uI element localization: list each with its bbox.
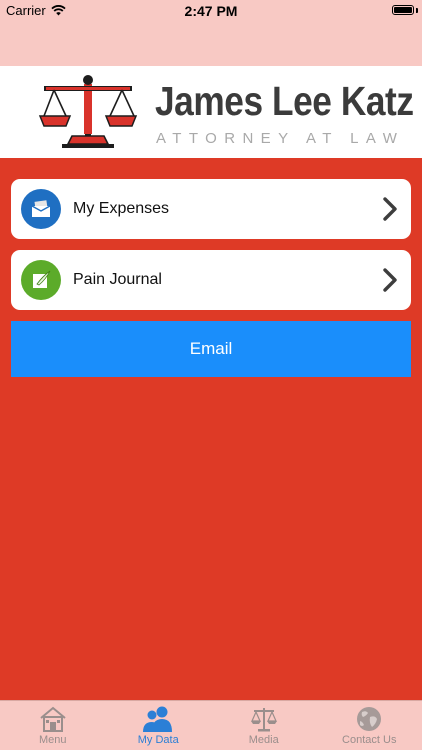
home-icon	[40, 706, 66, 732]
chevron-right-icon	[383, 268, 397, 292]
my-expenses-label: My Expenses	[73, 200, 170, 217]
journal-icon	[21, 260, 61, 300]
header-banner: James Lee Katz ATTORNEY AT LAW	[0, 66, 422, 158]
navigation-bar	[0, 22, 422, 66]
chevron-right-icon	[383, 197, 397, 221]
people-icon	[143, 706, 173, 732]
tab-contact-us-label: Contact Us	[342, 734, 397, 746]
battery-tip	[416, 8, 418, 13]
tab-contact-us[interactable]: Contact Us	[317, 701, 422, 750]
battery-icon	[392, 5, 414, 15]
globe-icon	[357, 707, 382, 731]
tab-bar: Menu My Data Media Contact Us	[0, 700, 422, 750]
firm-name: James Lee Katz	[155, 78, 414, 124]
status-bar: Carrier 2:47 PM	[0, 0, 422, 22]
my-expenses-row[interactable]: My Expenses	[11, 179, 411, 239]
wallet-icon	[21, 189, 61, 229]
pain-journal-row[interactable]: Pain Journal	[11, 250, 411, 310]
clock: 2:47 PM	[184, 3, 238, 19]
tab-media-label: Media	[248, 734, 279, 746]
tab-my-data[interactable]: My Data	[106, 701, 212, 750]
tab-my-data-label: My Data	[137, 734, 179, 746]
scales-icon	[250, 708, 277, 732]
tab-menu[interactable]: Menu	[0, 701, 106, 750]
tab-menu-label: Menu	[38, 734, 67, 746]
firm-tagline: ATTORNEY AT LAW	[156, 130, 405, 147]
pain-journal-label: Pain Journal	[73, 271, 162, 288]
scales-logo-icon	[38, 75, 138, 148]
email-button[interactable]: Email	[11, 321, 411, 377]
tab-media[interactable]: Media	[211, 701, 317, 750]
